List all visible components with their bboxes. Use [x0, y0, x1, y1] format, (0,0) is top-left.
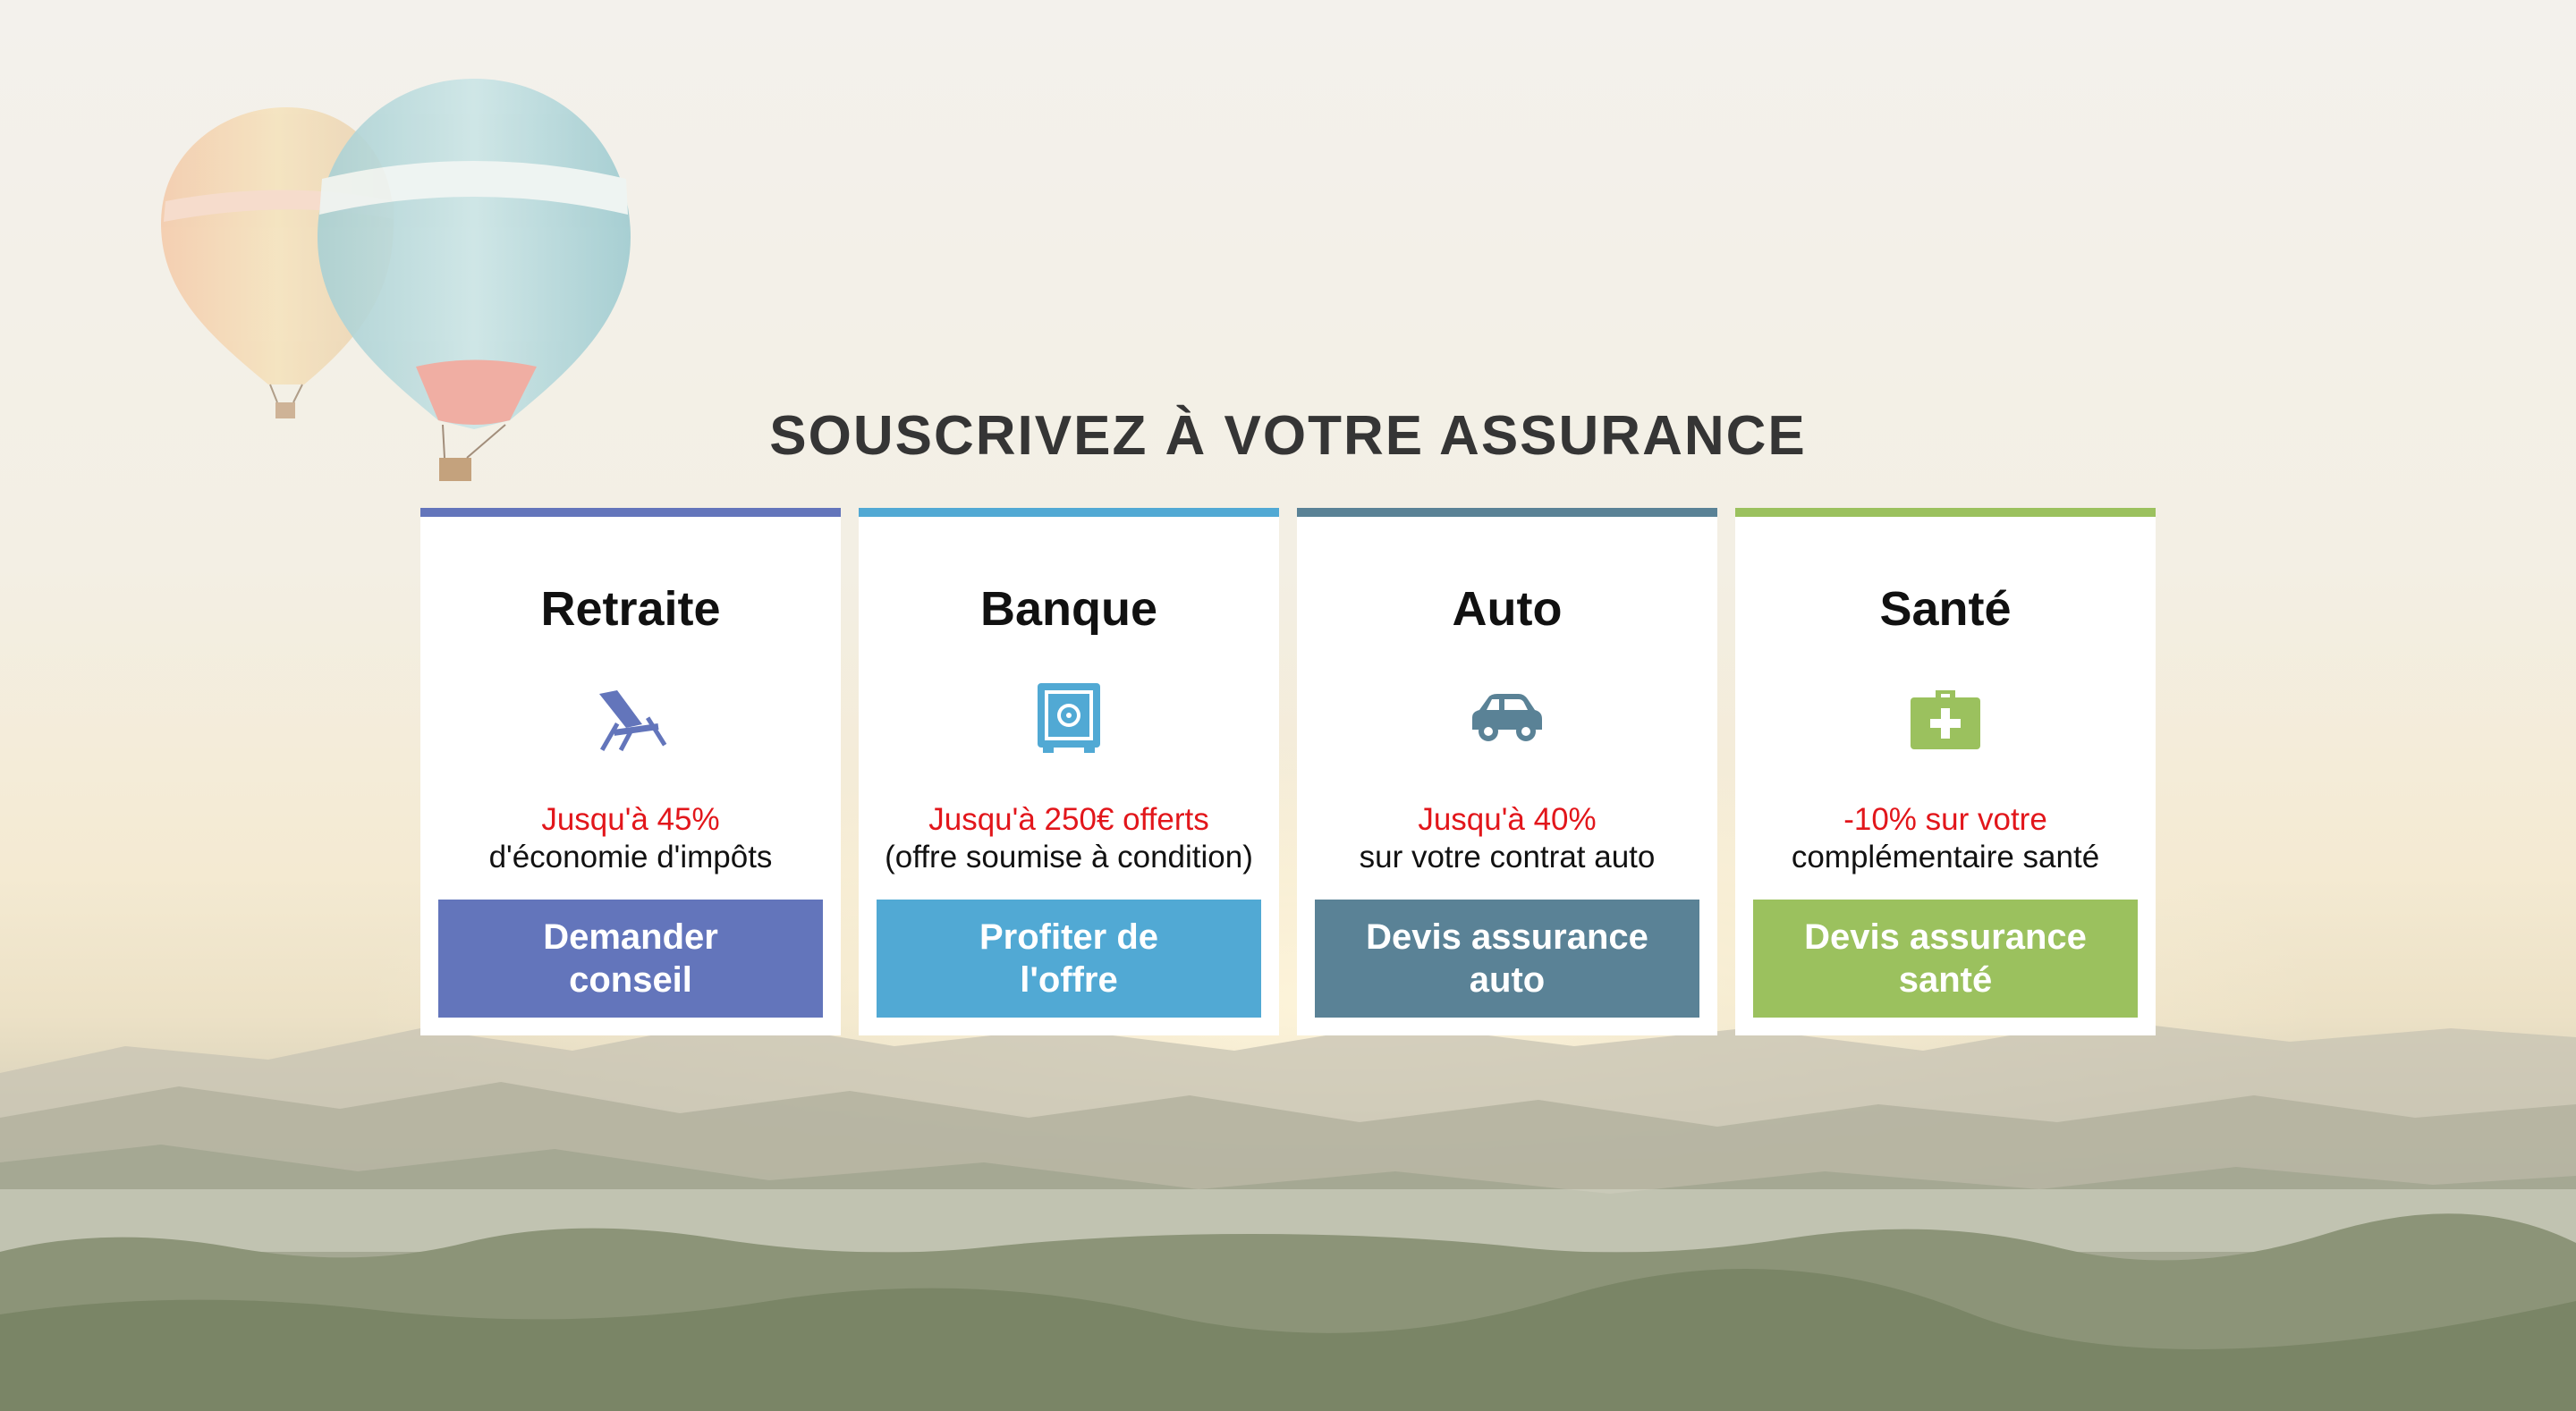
button-label-line1: Devis assurance [1366, 917, 1648, 957]
section-title: SOUSCRIVEZ À VOTRE ASSURANCE [769, 404, 1807, 467]
button-label-line1: Demander [543, 917, 718, 957]
card-highlight: Jusqu'à 40% [1418, 802, 1597, 837]
card-auto: Auto Jusqu'à 40% sur votre contrat auto … [1297, 508, 1717, 1035]
button-label-line1: Devis assurance [1804, 917, 2087, 957]
card-subtext: (offre soumise à condition) [885, 840, 1253, 874]
insurance-cards: Retraite Jusqu'à 45% d'économie d'impôts… [420, 508, 2156, 1035]
button-label-line2: auto [1469, 960, 1546, 1000]
card-title: Banque [979, 582, 1158, 636]
devis-auto-button[interactable]: Devis assurance auto [1315, 900, 1699, 1018]
car-icon [1472, 694, 1542, 741]
profiter-offre-button[interactable]: Profiter de l'offre [877, 900, 1261, 1018]
card-title: Santé [1879, 582, 2012, 636]
card-banque: Banque Jusqu'à 250€ offerts (offre soumi… [859, 508, 1279, 1035]
button-label-line2: l'offre [1020, 960, 1118, 1000]
button-label-line1: Profiter de [979, 917, 1159, 957]
card-description: -10% sur votre complémentaire santé [1744, 801, 2147, 876]
card-subtext: d'économie d'impôts [488, 840, 773, 874]
button-label-line2: santé [1898, 960, 1993, 1000]
card-subtext: sur votre contrat auto [1359, 840, 1656, 874]
devis-sante-button[interactable]: Devis assurance santé [1753, 900, 2138, 1018]
beach-chair-icon [599, 690, 667, 752]
first-aid-kit-icon [1911, 690, 1980, 749]
card-subtext: complémentaire santé [1791, 840, 2100, 874]
safe-icon [1038, 683, 1100, 753]
card-description: Jusqu'à 40% sur votre contrat auto [1306, 801, 1708, 876]
card-title: Retraite [540, 582, 721, 636]
card-description: Jusqu'à 250€ offerts (offre soumise à co… [868, 801, 1270, 876]
card-retraite: Retraite Jusqu'à 45% d'économie d'impôts… [420, 508, 841, 1035]
demander-conseil-button[interactable]: Demander conseil [438, 900, 823, 1018]
card-highlight: -10% sur votre [1843, 802, 2047, 837]
button-label-line2: conseil [569, 960, 692, 1000]
card-sante: Santé -10% sur votre complémentaire sant… [1735, 508, 2156, 1035]
card-highlight: Jusqu'à 250€ offerts [928, 802, 1209, 837]
card-title: Auto [1452, 582, 1563, 636]
card-description: Jusqu'à 45% d'économie d'impôts [429, 801, 832, 876]
card-highlight: Jusqu'à 45% [541, 802, 720, 837]
